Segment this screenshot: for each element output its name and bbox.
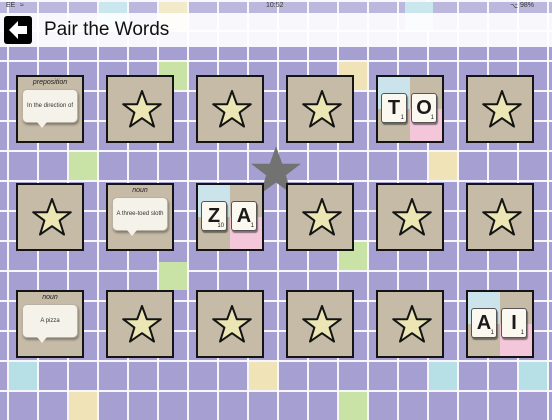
tile-letter: I <box>511 312 517 334</box>
part-of-speech-label: noun <box>132 187 148 194</box>
face-down-card[interactable] <box>286 183 354 251</box>
letter-tile: I1 <box>501 308 527 338</box>
definition-text: In the direction of <box>26 103 74 109</box>
letter-tile: A1 <box>471 308 497 338</box>
carrier-label: EE <box>6 2 16 9</box>
tile-points: 1 <box>400 115 404 121</box>
face-down-card[interactable] <box>196 75 264 143</box>
definition-card[interactable]: noun A three-toed sloth <box>106 183 174 251</box>
star-icon <box>212 305 252 343</box>
page-title: Pair the Words <box>44 19 170 40</box>
star-icon <box>32 198 72 236</box>
star-icon <box>482 198 522 236</box>
part-of-speech-label: noun <box>42 294 58 301</box>
letter-tile: Z 10 <box>201 201 227 231</box>
tile-points: 1 <box>490 330 494 336</box>
face-down-card[interactable] <box>286 75 354 143</box>
tile-points: 1 <box>520 330 524 336</box>
status-bar: EE ≈ 10:52 ⌥ 98% <box>0 0 552 13</box>
definition-text: A three-toed sloth <box>116 211 164 217</box>
back-button[interactable] <box>4 16 32 44</box>
star-icon <box>392 198 432 236</box>
tile-points: 10 <box>217 223 224 229</box>
tile-letter: A <box>236 205 252 227</box>
bluetooth-icon: ⌥ <box>510 3 519 10</box>
letter-tile: O1 <box>411 93 437 123</box>
star-icon <box>212 90 252 128</box>
tile-points: 1 <box>250 223 254 229</box>
letter-tiles-card[interactable]: A1I1 <box>466 290 534 358</box>
face-down-card[interactable] <box>466 183 534 251</box>
face-down-card[interactable] <box>466 75 534 143</box>
tile-letter: T <box>387 97 401 119</box>
star-icon <box>122 305 162 343</box>
star-icon <box>302 90 342 128</box>
speech-bubble: A three-toed sloth <box>112 197 168 236</box>
part-of-speech-label: preposition <box>32 79 68 86</box>
speech-bubble: A pizza <box>22 304 78 343</box>
star-icon <box>482 90 522 128</box>
face-down-card[interactable] <box>16 183 84 251</box>
wifi-icon: ≈ <box>20 2 24 9</box>
star-icon <box>392 305 432 343</box>
definition-card[interactable]: noun A pizza <box>16 290 84 358</box>
tile-points: 1 <box>430 115 434 121</box>
clock: 10:52 <box>266 2 284 9</box>
battery-level: 98% <box>520 2 535 9</box>
face-down-card[interactable] <box>106 75 174 143</box>
letter-tiles-card[interactable]: T1O1 <box>376 75 444 143</box>
definition-text: A pizza <box>40 318 60 324</box>
header-bar: Pair the Words <box>0 13 552 47</box>
tile-letter: A <box>476 312 492 334</box>
star-icon <box>302 305 342 343</box>
face-down-card[interactable] <box>376 183 444 251</box>
star-icon <box>302 198 342 236</box>
letter-tile: T1 <box>381 93 407 123</box>
letter-tiles-card[interactable]: Z 10 A 1 <box>196 183 264 251</box>
face-down-card[interactable] <box>376 290 444 358</box>
face-down-card[interactable] <box>286 290 354 358</box>
face-down-card[interactable] <box>196 290 264 358</box>
tile-letter: O <box>416 97 432 119</box>
letter-tile: A1 <box>231 201 257 231</box>
definition-card[interactable]: preposition In the direction of <box>16 75 84 143</box>
speech-bubble: In the direction of <box>22 89 78 128</box>
back-arrow-icon <box>9 21 27 39</box>
star-icon <box>122 90 162 128</box>
face-down-card[interactable] <box>106 290 174 358</box>
